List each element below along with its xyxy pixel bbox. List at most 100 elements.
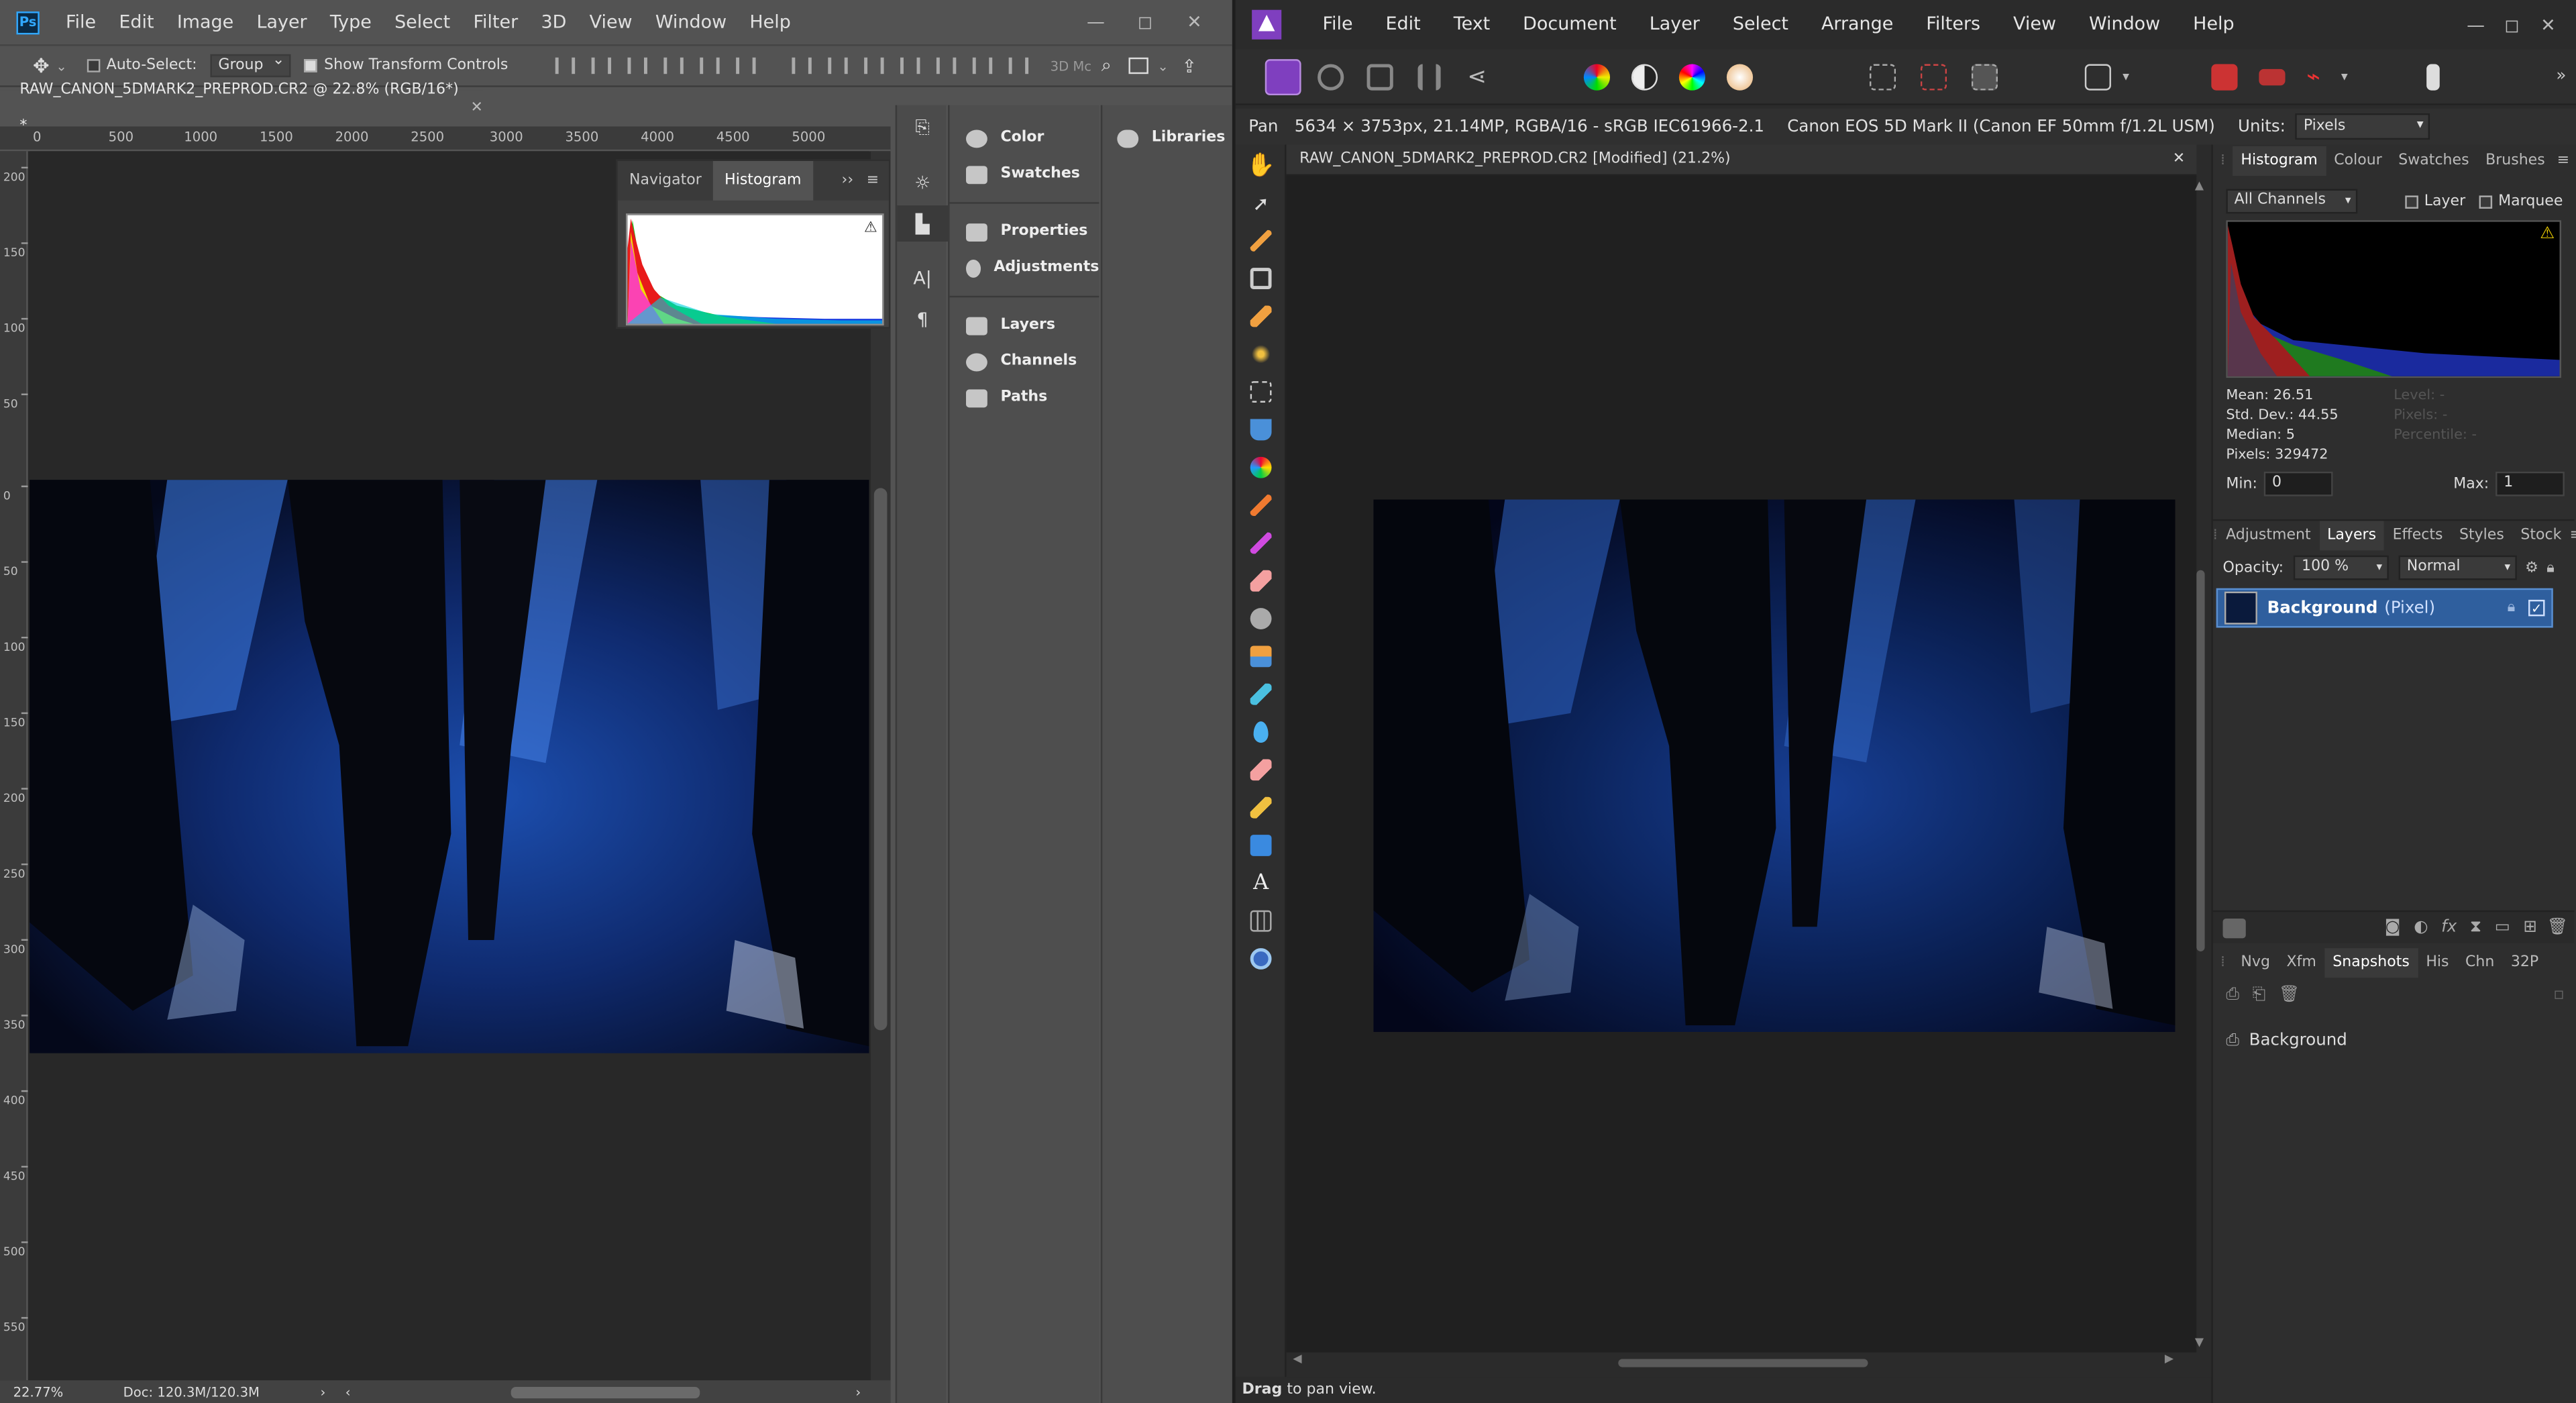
af-minimize-button[interactable]: —: [2458, 14, 2494, 36]
assistant-icon[interactable]: [2426, 63, 2440, 90]
marquee-tool[interactable]: [1236, 373, 1287, 411]
panel-menu-icon[interactable]: ≡: [2557, 153, 2569, 169]
workspace-icon[interactable]: [1128, 57, 1148, 74]
af-menu-select[interactable]: Select: [1716, 0, 1805, 49]
restore-snapshot-icon[interactable]: ⎗: [2253, 986, 2266, 1004]
panel-swatches[interactable]: Swatches: [950, 156, 1099, 193]
af-close-button[interactable]: ✕: [2530, 14, 2566, 36]
new-document-from-snapshot-icon[interactable]: ▫: [2553, 986, 2565, 1004]
align-top-icon[interactable]: [555, 57, 576, 74]
crop-tool[interactable]: [1236, 260, 1287, 297]
tab-layers[interactable]: Layers: [2318, 520, 2385, 550]
tab-swatches[interactable]: Swatches: [2390, 146, 2477, 176]
max-input[interactable]: 1: [2496, 471, 2565, 497]
delete-snapshot-icon[interactable]: 🗑︎: [2279, 986, 2300, 1004]
history-icon[interactable]: ⎘: [897, 110, 948, 146]
auto-levels-icon[interactable]: [1583, 63, 1611, 90]
tab-adjustment[interactable]: Adjustment: [2218, 520, 2319, 550]
align-bottom-icon[interactable]: [628, 57, 648, 74]
tone-mapping-persona-icon[interactable]: [1417, 63, 1441, 90]
auto-contrast-icon[interactable]: [1631, 63, 1658, 90]
blemish-tool[interactable]: [1236, 676, 1287, 713]
ps-menu-layer[interactable]: Layer: [245, 0, 318, 44]
tab-channels[interactable]: Chn: [2457, 948, 2503, 978]
gradient-tool[interactable]: [1236, 449, 1287, 486]
select-all-icon[interactable]: [1869, 63, 1896, 90]
af-horizontal-scrollbar[interactable]: ◀ ▶: [1287, 1353, 2197, 1372]
character-icon[interactable]: A|: [897, 260, 948, 296]
move-tool[interactable]: ➚: [1236, 184, 1287, 221]
ps-menu-type[interactable]: Type: [319, 0, 383, 44]
af-close-tab-icon[interactable]: ✕: [2173, 144, 2185, 175]
paragraph-icon[interactable]: ¶: [897, 301, 948, 337]
ps-menu-filter[interactable]: Filter: [462, 0, 529, 44]
add-pixel-layer-icon[interactable]: ⊞: [2523, 919, 2537, 937]
af-photo[interactable]: [1373, 499, 2176, 1032]
settings-gear-icon[interactable]: ⚙: [2525, 560, 2538, 576]
scroll-down-icon[interactable]: ▼: [2195, 1336, 2204, 1349]
dodge-tool[interactable]: [1236, 600, 1287, 637]
flood-fill-tool[interactable]: [1236, 411, 1287, 448]
auto-white-balance-icon[interactable]: [1726, 63, 1754, 90]
scroll-left-icon[interactable]: ‹: [345, 1384, 351, 1399]
scroll-right-icon[interactable]: ▶: [2165, 1353, 2174, 1366]
grip-icon[interactable]: ⁞: [2213, 527, 2218, 543]
af-menu-document[interactable]: Document: [1507, 0, 1633, 49]
distribute-left-icon[interactable]: [900, 57, 921, 74]
invert-selection-icon[interactable]: [1971, 63, 1998, 90]
auto-select-checkbox[interactable]: [87, 59, 100, 72]
mask-icon[interactable]: ◙: [2385, 919, 2401, 937]
toolbar-overflow-icon[interactable]: »: [2556, 67, 2566, 85]
histogram-icon[interactable]: ▙: [897, 205, 949, 242]
af-menu-view[interactable]: View: [1997, 0, 2073, 49]
color-replacement-tool[interactable]: [1236, 524, 1287, 562]
ps-menu-view[interactable]: View: [578, 0, 644, 44]
layer-lock-icon[interactable]: 🔒︎: [2508, 600, 2516, 616]
ps-minimize-button[interactable]: —: [1078, 11, 1114, 33]
ps-horizontal-scroll-thumb[interactable]: [511, 1386, 701, 1398]
clone-tool[interactable]: [1236, 637, 1287, 675]
af-menu-file[interactable]: File: [1306, 0, 1369, 49]
selection-brush-tool[interactable]: [1236, 297, 1287, 335]
layer-row-background[interactable]: Background (Pixel) 🔒︎ ✓: [2216, 588, 2553, 628]
scroll-left-icon[interactable]: ◀: [1293, 1353, 1301, 1366]
warning-icon[interactable]: ⚠: [864, 220, 877, 236]
lock-icon[interactable]: 🔒︎: [2546, 560, 2555, 576]
magnet-icon[interactable]: ⌁: [2306, 63, 2332, 89]
tab-effects[interactable]: Effects: [2384, 520, 2451, 550]
tab-navigator[interactable]: Navigator: [618, 161, 713, 201]
rectangle-tool[interactable]: [1236, 827, 1287, 864]
af-menu-arrange[interactable]: Arrange: [1805, 0, 1909, 49]
photo-persona-icon[interactable]: [1265, 58, 1301, 95]
flood-select-tool[interactable]: [1236, 335, 1287, 373]
ps-menu-window[interactable]: Window: [644, 0, 739, 44]
fx-icon[interactable]: fx: [2441, 919, 2457, 937]
opacity-dropdown[interactable]: 100 % ▾: [2293, 555, 2389, 580]
grip-icon[interactable]: ⁞: [2213, 153, 2233, 169]
add-group-icon[interactable]: ▭: [2495, 919, 2510, 937]
status-arrow-icon[interactable]: ›: [321, 1384, 326, 1399]
af-document-tab[interactable]: RAW_CANON_5DMARK2_PREPROD.CR2 [Modified]…: [1286, 144, 2197, 176]
blend-mode-dropdown[interactable]: Normal ▾: [2398, 555, 2517, 580]
tab-brushes[interactable]: Brushes: [2477, 146, 2553, 176]
af-vertical-scrollbar[interactable]: ▲ ▼: [2192, 176, 2211, 1352]
panel-menu-icon[interactable]: ≡: [867, 172, 879, 189]
erase-tool[interactable]: [1236, 562, 1287, 600]
ps-menu-select[interactable]: Select: [383, 0, 462, 44]
ps-menu-file[interactable]: File: [54, 0, 107, 44]
tab-stock[interactable]: Stock: [2512, 520, 2570, 550]
text-tool[interactable]: A: [1236, 864, 1287, 902]
af-units-dropdown[interactable]: Pixels ▾: [2295, 113, 2430, 140]
layer-checkbox[interactable]: [2404, 195, 2418, 208]
snapping-options-icon[interactable]: [2259, 68, 2286, 85]
marquee-checkbox[interactable]: [2478, 195, 2492, 208]
tool-preset-chevron-icon[interactable]: ⌄: [56, 58, 66, 73]
af-menu-text[interactable]: Text: [1437, 0, 1506, 49]
warning-icon[interactable]: ⚠: [2540, 225, 2555, 244]
scroll-up-icon[interactable]: ▲: [2195, 179, 2204, 193]
align-left-icon[interactable]: [664, 57, 684, 74]
blur-tool[interactable]: [1236, 713, 1287, 751]
live-filter-icon[interactable]: ⧗: [2470, 919, 2481, 937]
snapshot-item[interactable]: ⎙ Background: [2226, 1032, 2347, 1050]
distribute-vcenter-icon[interactable]: [828, 57, 849, 74]
